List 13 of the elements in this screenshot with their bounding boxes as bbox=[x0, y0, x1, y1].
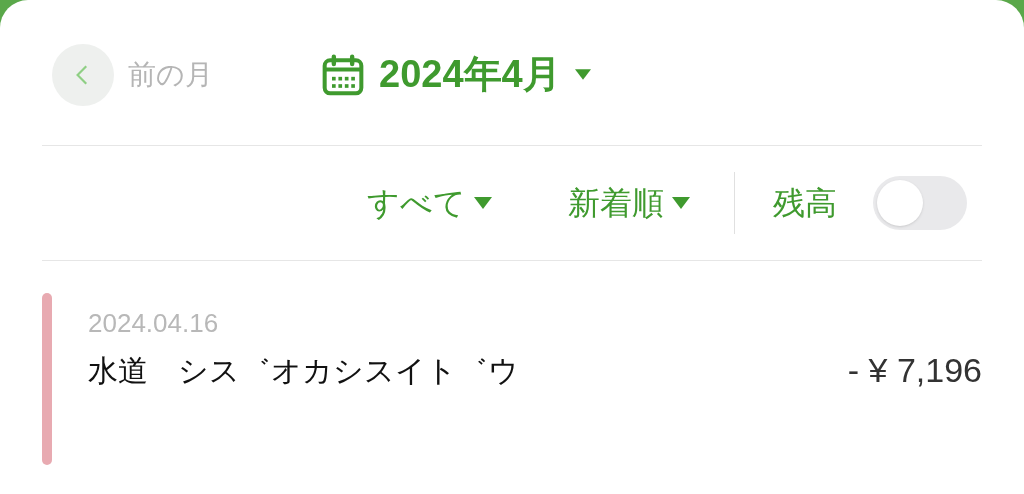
calendar-icon bbox=[321, 52, 365, 97]
caret-icon bbox=[672, 197, 690, 209]
caret-icon bbox=[474, 197, 492, 209]
filter-dropdown[interactable]: 新着順 bbox=[568, 179, 690, 227]
transaction-amount: - ¥ 7,196 bbox=[847, 350, 982, 391]
filter-dropdown[interactable]: すべて bbox=[367, 179, 492, 227]
balance-toggle[interactable] bbox=[873, 176, 967, 230]
transaction-name: 水道 シス゛オカシスイト゛ウ bbox=[88, 353, 519, 389]
transaction-date: 2024.04.16 bbox=[88, 307, 220, 339]
balance-label: 残高 bbox=[773, 184, 837, 223]
month-picker[interactable]: 2024年4月 bbox=[321, 46, 591, 103]
previous-month-button[interactable]: 前の月 bbox=[52, 43, 213, 106]
caret-icon bbox=[574, 69, 591, 80]
